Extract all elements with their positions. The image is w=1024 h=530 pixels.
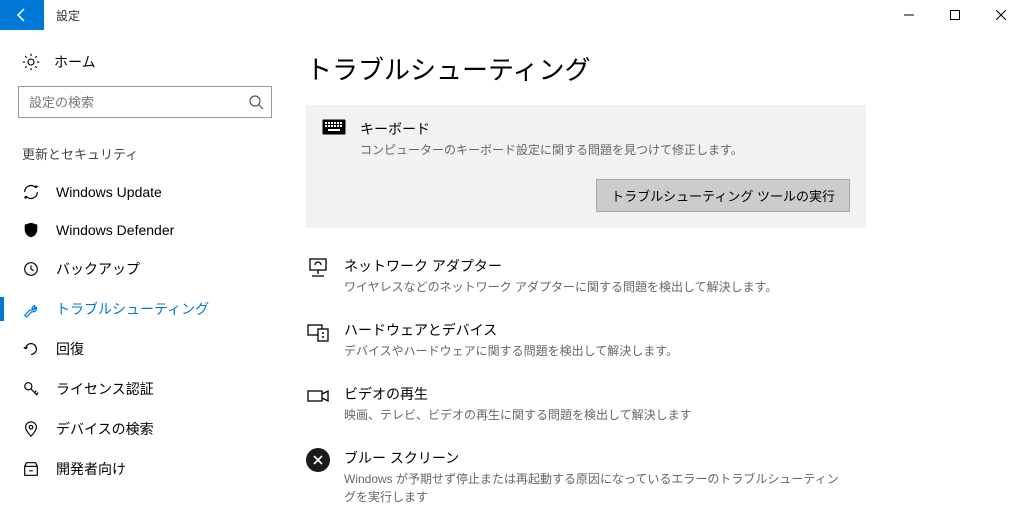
main-content: トラブルシューティング キーボード コンピューターのキーボード設定に関する問題を… [290,30,1024,530]
ts-item-desc: ワイヤレスなどのネットワーク アダプターに関する問題を検出して解決します。 [344,278,850,296]
sidebar-item-recovery[interactable]: 回復 [0,329,290,369]
find-device-icon [22,420,40,438]
sidebar-item-label: ライセンス認証 [56,379,154,399]
search-icon [248,94,264,110]
sidebar-item-label: Windows Update [56,184,162,200]
sidebar-item-label: バックアップ [56,259,140,279]
ts-item-title: ハードウェアとデバイス [344,320,850,340]
ts-item-desc: デバイスやハードウェアに関する問題を検出して解決します。 [344,342,850,360]
close-button[interactable] [978,0,1024,30]
ts-item-title: ネットワーク アダプター [344,256,850,276]
page-title: トラブルシューティング [306,50,1024,87]
ts-selected-desc: コンピューターのキーボード設定に関する問題を見つけて修正します。 [360,141,743,159]
sidebar-item-activation[interactable]: ライセンス認証 [0,369,290,409]
close-icon [996,10,1006,20]
minimize-icon [904,10,914,20]
sidebar-item-windows-defender[interactable]: Windows Defender [0,211,290,249]
window-title: 設定 [44,0,92,30]
sidebar: ホーム 更新とセキュリティ Windows Update Windows Def… [0,30,290,530]
sidebar-item-label: Windows Defender [56,222,174,238]
titlebar: 設定 [0,0,1024,30]
keyboard-icon [322,119,346,143]
key-icon [22,380,40,398]
home-link[interactable]: ホーム [0,46,290,86]
ts-item-title: ビデオの再生 [344,384,850,404]
gear-icon [22,53,40,71]
sidebar-nav: Windows Update Windows Defender バックアップ ト… [0,173,290,489]
troubleshooter-item-program-compatibility[interactable]: プログラム互換性のトラブルシューティング ツール 以前のバージョンの Windo… [306,520,866,530]
recovery-icon [22,340,40,358]
minimize-button[interactable] [886,0,932,30]
developer-icon [22,460,40,478]
sidebar-item-label: 回復 [56,339,84,359]
backup-icon [22,260,40,278]
home-label: ホーム [54,52,96,72]
sidebar-item-troubleshooting[interactable]: トラブルシューティング [0,289,290,329]
troubleshooter-item-network-adapter[interactable]: ネットワーク アダプター ワイヤレスなどのネットワーク アダプターに関する問題を… [306,246,866,310]
maximize-icon [950,10,960,20]
back-button[interactable] [0,0,44,30]
network-adapter-icon [306,256,330,280]
bsod-icon [306,448,330,472]
wrench-icon [22,300,40,318]
sidebar-item-label: 開発者向け [56,459,126,479]
troubleshooter-item-hardware-devices[interactable]: ハードウェアとデバイス デバイスやハードウェアに関する問題を検出して解決します。 [306,310,866,374]
search-input[interactable] [18,86,272,118]
shield-icon [22,221,40,239]
troubleshooter-item-video-playback[interactable]: ビデオの再生 映画、テレビ、ビデオの再生に関する問題を検出して解決します [306,374,866,438]
sidebar-item-developer[interactable]: 開発者向け [0,449,290,489]
sidebar-item-label: トラブルシューティング [56,299,209,319]
ts-item-desc: 映画、テレビ、ビデオの再生に関する問題を検出して解決します [344,406,850,424]
back-arrow-icon [14,7,30,23]
maximize-button[interactable] [932,0,978,30]
troubleshooter-selected-card: キーボード コンピューターのキーボード設定に関する問題を見つけて修正します。 ト… [306,105,866,228]
sidebar-section-label: 更新とセキュリティ [0,140,290,173]
ts-item-desc: Windows が予期せず停止または再起動する原因になっているエラーのトラブルシ… [344,470,850,506]
sidebar-item-backup[interactable]: バックアップ [0,249,290,289]
title-spacer [92,0,886,30]
search-box [18,86,272,118]
hardware-icon [306,320,330,344]
sidebar-item-find-device[interactable]: デバイスの検索 [0,409,290,449]
troubleshooter-item-blue-screen[interactable]: ブルー スクリーン Windows が予期せず停止または再起動する原因になってい… [306,438,866,520]
run-troubleshooter-button[interactable]: トラブルシューティング ツールの実行 [596,179,850,212]
ts-item-title: ブルー スクリーン [344,448,850,468]
sidebar-item-windows-update[interactable]: Windows Update [0,173,290,211]
video-icon [306,384,330,408]
window-controls [886,0,1024,30]
sidebar-item-label: デバイスの検索 [56,419,154,439]
ts-selected-title: キーボード [360,119,743,139]
sync-icon [22,183,40,201]
